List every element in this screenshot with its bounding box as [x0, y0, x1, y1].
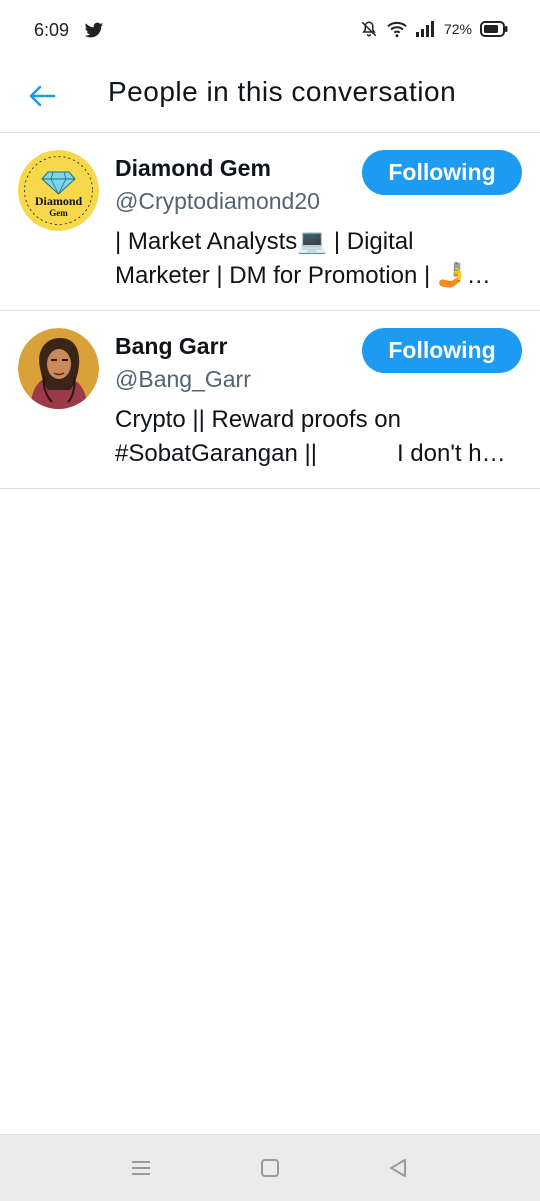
- user-bio: | Market Analysts💻 | Digital Marketer | …: [115, 225, 525, 293]
- triangle-back-icon: [390, 1159, 406, 1177]
- signal-icon: [415, 21, 434, 37]
- battery-icon: [480, 21, 508, 37]
- twitter-bird-icon: [84, 22, 104, 38]
- status-icons: 72%: [360, 20, 508, 38]
- back-button[interactable]: [20, 74, 64, 118]
- avatar-text-diamond: Diamond: [35, 194, 83, 208]
- bell-muted-icon: [361, 21, 377, 37]
- user-bio: Crypto || Reward proofs on #SobatGaranga…: [115, 403, 525, 471]
- bio-line: Marketer | DM for Promotion | 🤳…: [115, 262, 491, 289]
- following-button[interactable]: Following: [362, 328, 522, 373]
- back-nav-button[interactable]: [383, 1153, 413, 1183]
- home-button[interactable]: [255, 1153, 285, 1183]
- user-name[interactable]: Diamond Gem: [115, 155, 271, 182]
- recent-apps-button[interactable]: [126, 1153, 156, 1183]
- arrow-left-icon: [29, 85, 56, 107]
- user-handle: @Bang_Garr: [115, 366, 251, 392]
- user-row-bang-garr[interactable]: Bang Garr @Bang_Garr Crypto || Reward pr…: [0, 311, 540, 489]
- square-icon: [261, 1159, 279, 1177]
- avatar[interactable]: [18, 328, 99, 409]
- status-bar: 6:09 72%: [0, 0, 540, 64]
- page-title: People in this conversation: [108, 76, 457, 107]
- user-name[interactable]: Bang Garr: [115, 333, 227, 360]
- following-button[interactable]: Following: [362, 150, 522, 195]
- status-time: 6:09: [34, 20, 70, 40]
- header: People in this conversation: [0, 64, 540, 133]
- wifi-icon: [387, 21, 407, 38]
- avatar-text-gem: Gem: [49, 208, 68, 218]
- system-nav-bar: [0, 1134, 540, 1201]
- bio-line: Crypto || Reward proofs on: [115, 406, 401, 433]
- user-list: Diamond Gem Diamond Gem @Cryptodiamond20…: [0, 133, 540, 489]
- battery-percent: 72%: [443, 21, 472, 37]
- user-handle: @Cryptodiamond20: [115, 188, 320, 214]
- bio-line: | Market Analysts💻 | Digital: [115, 228, 414, 255]
- bio-line: #SobatGarangan || I don't h…: [115, 440, 506, 467]
- menu-icon: [132, 1161, 150, 1175]
- user-row-diamond-gem[interactable]: Diamond Gem Diamond Gem @Cryptodiamond20…: [0, 133, 540, 311]
- avatar[interactable]: Diamond Gem: [18, 150, 99, 231]
